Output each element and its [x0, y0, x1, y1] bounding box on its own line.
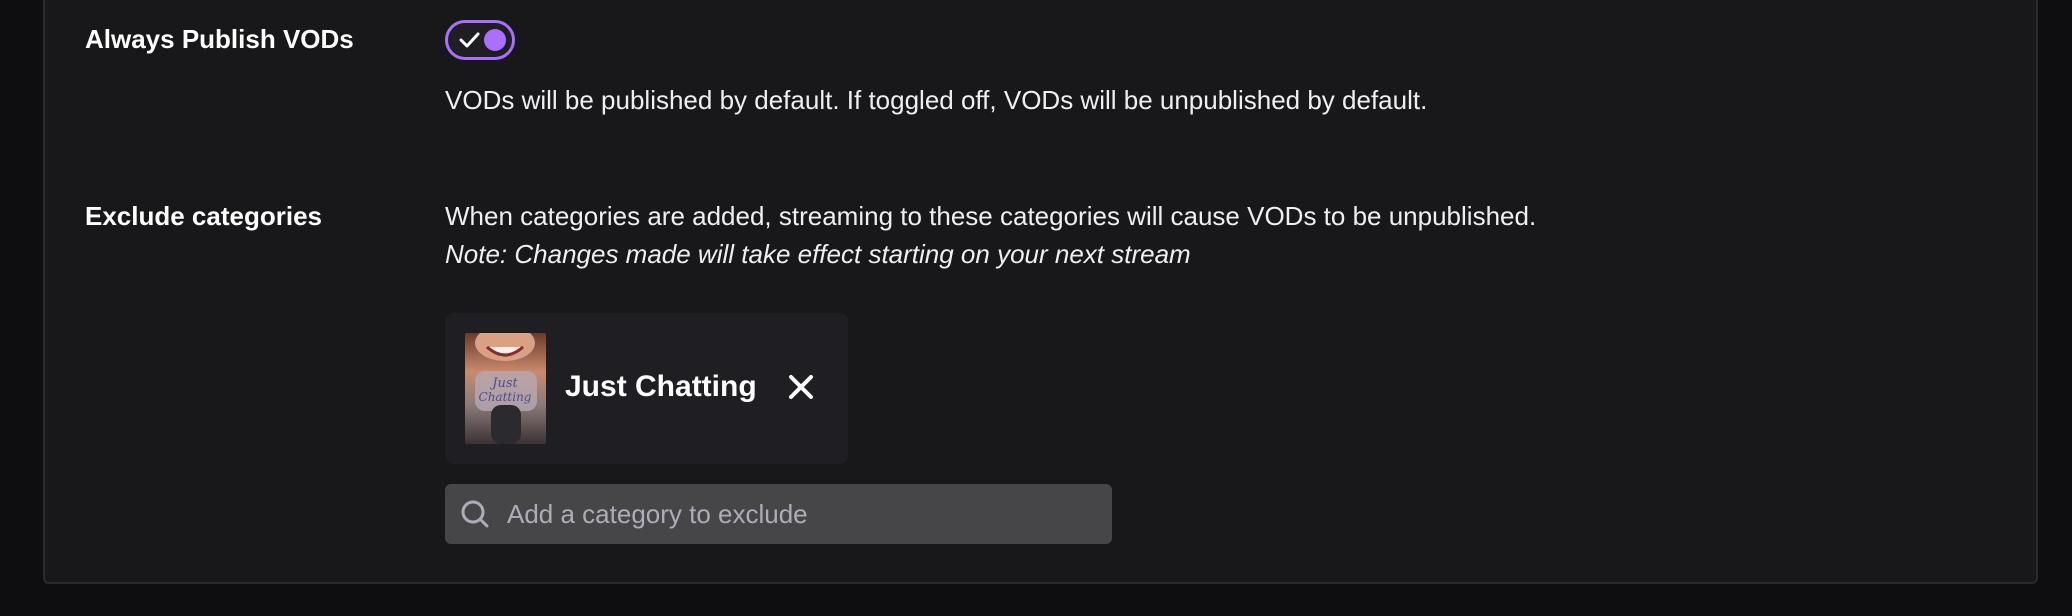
svg-text:Just: Just: [489, 376, 518, 391]
always-publish-toggle[interactable]: [445, 20, 515, 60]
category-chip: Just Chatting Just Chatting: [445, 313, 848, 464]
svg-text:Chatting: Chatting: [479, 390, 532, 404]
exclude-categories-label: Exclude categories: [85, 201, 322, 231]
exclude-categories-description: When categories are added, streaming to …: [445, 201, 1537, 231]
settings-panel: Always Publish VODs VODs will be publish…: [43, 0, 2038, 584]
always-publish-description: VODs will be published by default. If to…: [445, 85, 1428, 115]
category-name: Just Chatting: [565, 370, 757, 403]
exclude-categories-note: Note: Changes made will take effect star…: [445, 239, 1191, 269]
just-chatting-boxart: Just Chatting: [465, 333, 546, 444]
category-search-field[interactable]: [445, 484, 1112, 544]
always-publish-label: Always Publish VODs: [85, 24, 354, 54]
category-search-input[interactable]: [507, 484, 1097, 544]
remove-category-close-icon[interactable]: [783, 369, 819, 405]
search-icon: [461, 500, 489, 528]
toggle-knob: [484, 29, 506, 51]
checkmark-icon: [459, 32, 480, 48]
